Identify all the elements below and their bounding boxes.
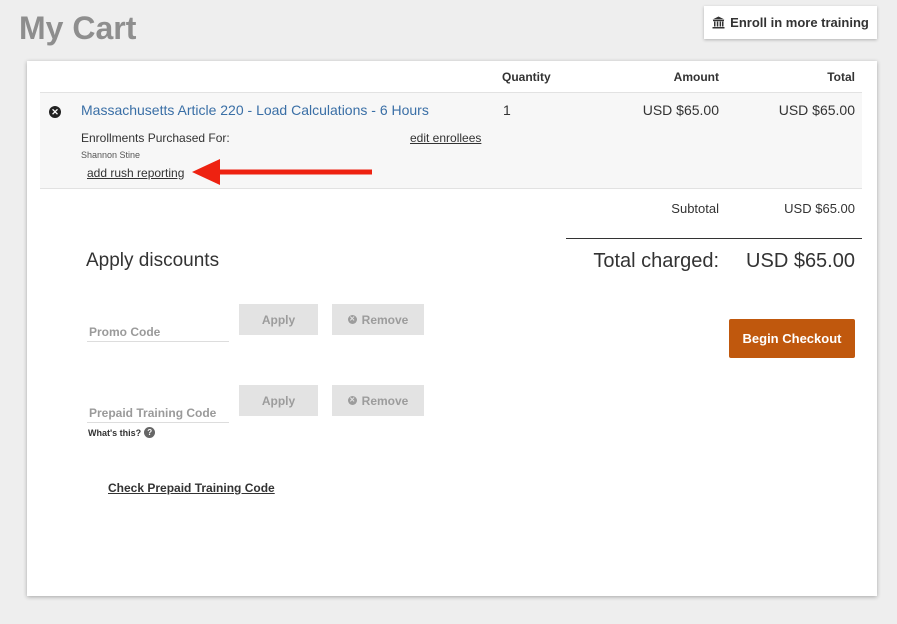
whats-this-help[interactable]: What's this? ? (88, 427, 156, 438)
total-charged-label: Total charged: (593, 250, 719, 272)
bank-icon (712, 16, 725, 29)
item-quantity: 1 (503, 102, 511, 118)
prepaid-remove-button[interactable]: ✕ Remove (332, 385, 424, 416)
add-rush-reporting-link[interactable]: add rush reporting (87, 166, 184, 180)
enroll-more-training-button[interactable]: Enroll in more training (704, 6, 877, 39)
enrollee-name: Shannon Stine (81, 150, 141, 160)
enrollments-purchased-label: Enrollments Purchased For: (81, 131, 230, 145)
item-amount: USD $65.00 (642, 102, 719, 118)
promo-code-input[interactable] (87, 304, 229, 342)
course-link[interactable]: Massachusetts Article 220 - Load Calcula… (81, 102, 429, 118)
annotation-arrow-icon (192, 159, 372, 185)
total-charged-value: USD $65.00 (746, 250, 855, 272)
total-divider (566, 238, 862, 239)
apply-discounts-heading: Apply discounts (86, 250, 220, 271)
total-header: Total (827, 70, 855, 84)
remove-circle-icon: ✕ (347, 315, 357, 324)
subtotal-value: USD $65.00 (784, 201, 855, 216)
promo-apply-button[interactable]: Apply (239, 304, 318, 335)
subtotal-label: Subtotal (671, 201, 719, 216)
prepaid-remove-label: Remove (361, 393, 409, 408)
enroll-more-training-label: Enroll in more training (730, 15, 869, 30)
quantity-header: Quantity (502, 70, 551, 84)
amount-header: Amount (673, 70, 719, 84)
page-title: My Cart (19, 10, 137, 46)
cart-panel: Quantity Amount Total ✕ Massachusetts Ar… (27, 61, 877, 596)
promo-remove-label: Remove (361, 312, 409, 327)
check-prepaid-code-link[interactable]: Check Prepaid Training Code (108, 481, 275, 495)
prepaid-apply-button[interactable]: Apply (239, 385, 318, 416)
begin-checkout-button[interactable]: Begin Checkout (729, 319, 855, 358)
remove-item-icon[interactable]: ✕ (49, 106, 61, 118)
question-circle-icon: ? (144, 427, 156, 438)
prepaid-code-input[interactable] (87, 385, 229, 423)
remove-circle-icon: ✕ (347, 396, 357, 405)
edit-enrollees-link[interactable]: edit enrollees (410, 131, 481, 145)
whats-this-label: What's this? (88, 427, 142, 438)
item-total: USD $65.00 (778, 102, 855, 118)
promo-remove-button[interactable]: ✕ Remove (332, 304, 424, 335)
